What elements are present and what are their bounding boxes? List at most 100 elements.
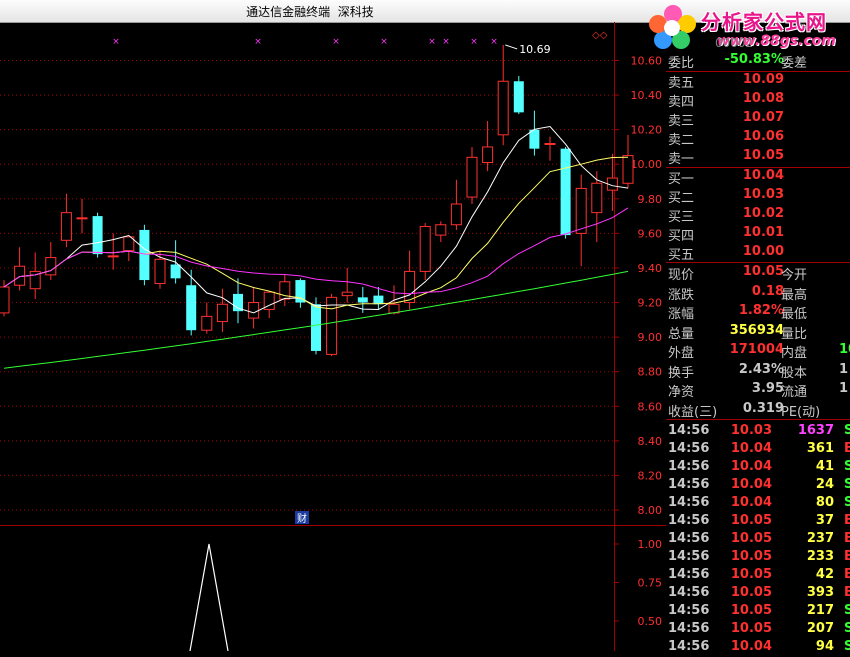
- stat-value: 0.319: [742, 400, 784, 416]
- tick-time: 14:56: [668, 513, 710, 528]
- tick-side: S: [844, 477, 850, 492]
- bid-label: 买五: [668, 248, 695, 263]
- candle-body-down: [186, 285, 197, 331]
- candle-body-up: [591, 182, 603, 214]
- tick-row: 14:56 10.05 237 B: [666, 531, 850, 549]
- stat-row: 换手 2.43% 股本 1: [666, 361, 850, 381]
- tick-side: B: [844, 441, 850, 456]
- quote-panel: 委比 -50.83% 委差 卖五 10.09 卖四 10.08 卖三 10.07 卖二 10.06 卖…: [666, 52, 850, 654]
- candle-body-down: [311, 304, 321, 351]
- tick-side: S: [844, 603, 850, 618]
- stat-row: 总量 356934 量比: [666, 322, 850, 342]
- candle-body-up: [248, 302, 260, 319]
- order-ratio-row: 委比 -50.83% 委差: [666, 52, 850, 71]
- price-tick-label: 10.60: [631, 55, 663, 68]
- stat-value: 2.43%: [738, 361, 784, 377]
- price-tick-label: 9.40: [638, 262, 663, 275]
- stat-row: 涨幅 1.82% 最低: [666, 303, 850, 322]
- bid-row: 买四 10.01: [666, 225, 850, 244]
- order-ratio-label: 委比: [668, 56, 695, 71]
- candle-body-down: [513, 81, 524, 113]
- tick-side: B: [844, 531, 850, 546]
- tick-side: B: [844, 549, 850, 564]
- tick-volume: 24: [815, 477, 834, 492]
- candle-body-down: [357, 297, 368, 303]
- tick-side: S: [844, 423, 850, 438]
- bid-price: 10.03: [742, 187, 784, 202]
- candle-body-up: [544, 142, 556, 145]
- kline-chart[interactable]: × × × × × × × × ◇◇ 10.60 10.40 10.20 10.00 9.80 9.60 9.…: [0, 22, 666, 651]
- osc-tick-label: 0.50: [638, 615, 663, 628]
- stat-row: 外盘 171004内盘 10: [666, 342, 850, 361]
- tick-volume: 41: [815, 459, 834, 474]
- stat-value: 356934: [729, 322, 784, 338]
- tick-price: 10.05: [730, 549, 772, 564]
- tick-time: 14:56: [668, 423, 710, 438]
- price-tick-label: 10.20: [631, 124, 663, 137]
- stat-label-2: 股本: [781, 365, 808, 381]
- tick-row: 14:56 10.04 80 S: [666, 495, 850, 513]
- ask-label: 卖二: [668, 133, 695, 148]
- ask-row: 卖二 10.06: [666, 129, 850, 148]
- stat-label: 总量: [668, 326, 695, 342]
- tick-time: 14:56: [668, 639, 710, 654]
- candle-body-up: [435, 224, 447, 236]
- max-price-label: 10.69: [519, 43, 551, 56]
- panel-separator: [666, 262, 850, 263]
- candle-body-down: [170, 264, 181, 279]
- ask-row: 卖四 10.08: [666, 91, 850, 110]
- stat-value: 0.18: [751, 283, 784, 299]
- diamond-marker: ◇◇: [592, 30, 608, 41]
- stat-label-2: 内盘: [781, 346, 808, 361]
- tick-time: 14:56: [668, 441, 710, 456]
- candle-body-up: [622, 155, 634, 184]
- candle-body-down: [295, 280, 306, 303]
- price-tick-label: 8.40: [638, 435, 663, 448]
- tick-side: S: [844, 459, 850, 474]
- osc-tick-label: 1.00: [638, 538, 663, 551]
- tick-volume: 361: [806, 441, 834, 456]
- tick-volume: 217: [806, 603, 834, 618]
- candle-body-up: [482, 146, 494, 164]
- window-title: 通达信金融终端 深科技: [246, 5, 374, 19]
- candle-body-down: [92, 216, 103, 255]
- stat-label: 现价: [668, 268, 695, 283]
- price-tick-label: 8.20: [638, 469, 663, 482]
- signal-marker: ×: [442, 37, 450, 47]
- ask-row: 卖一 10.05: [666, 148, 850, 167]
- tick-price: 10.05: [730, 585, 772, 600]
- stat-row: 现价 10.05 今开: [666, 264, 850, 283]
- flower-logo-icon: [649, 5, 696, 49]
- candle-body-up: [0, 286, 10, 314]
- tick-price: 10.05: [730, 603, 772, 618]
- tick-price: 10.04: [730, 477, 772, 492]
- tick-row: 14:56 10.04 94 S: [666, 639, 850, 657]
- bid-row: 买二 10.03: [666, 187, 850, 206]
- tick-volume: 237: [806, 531, 834, 546]
- tick-volume: 207: [806, 621, 834, 636]
- tick-price: 10.05: [730, 513, 772, 528]
- bid-label: 买二: [668, 191, 695, 206]
- candle-body-up: [466, 156, 478, 198]
- candle-body-down: [139, 229, 150, 281]
- stat-label: 收益(三): [668, 404, 718, 420]
- tick-side: S: [844, 495, 850, 510]
- tick-time: 14:56: [668, 567, 710, 582]
- stat-label-2: 最高: [781, 287, 808, 303]
- bid-row: 买五 10.00: [666, 244, 850, 263]
- candle-body-up: [154, 258, 166, 285]
- stat-label-2: 今开: [781, 268, 808, 283]
- bid-price: 10.01: [742, 225, 784, 240]
- tick-volume: 1637: [797, 423, 834, 438]
- stat-label-2: PE(动): [781, 404, 821, 420]
- tick-time: 14:56: [668, 585, 710, 600]
- signal-marker: ×: [428, 37, 436, 47]
- tick-price: 10.04: [730, 495, 772, 510]
- ask-label: 卖一: [668, 152, 695, 167]
- tick-price: 10.04: [730, 441, 772, 456]
- candle-body-down: [529, 129, 540, 149]
- tick-row: 14:56 10.05 207 S: [666, 621, 850, 639]
- candle-body-up: [404, 270, 416, 304]
- signal-marker: ×: [332, 37, 340, 47]
- tick-price: 10.03: [730, 423, 772, 438]
